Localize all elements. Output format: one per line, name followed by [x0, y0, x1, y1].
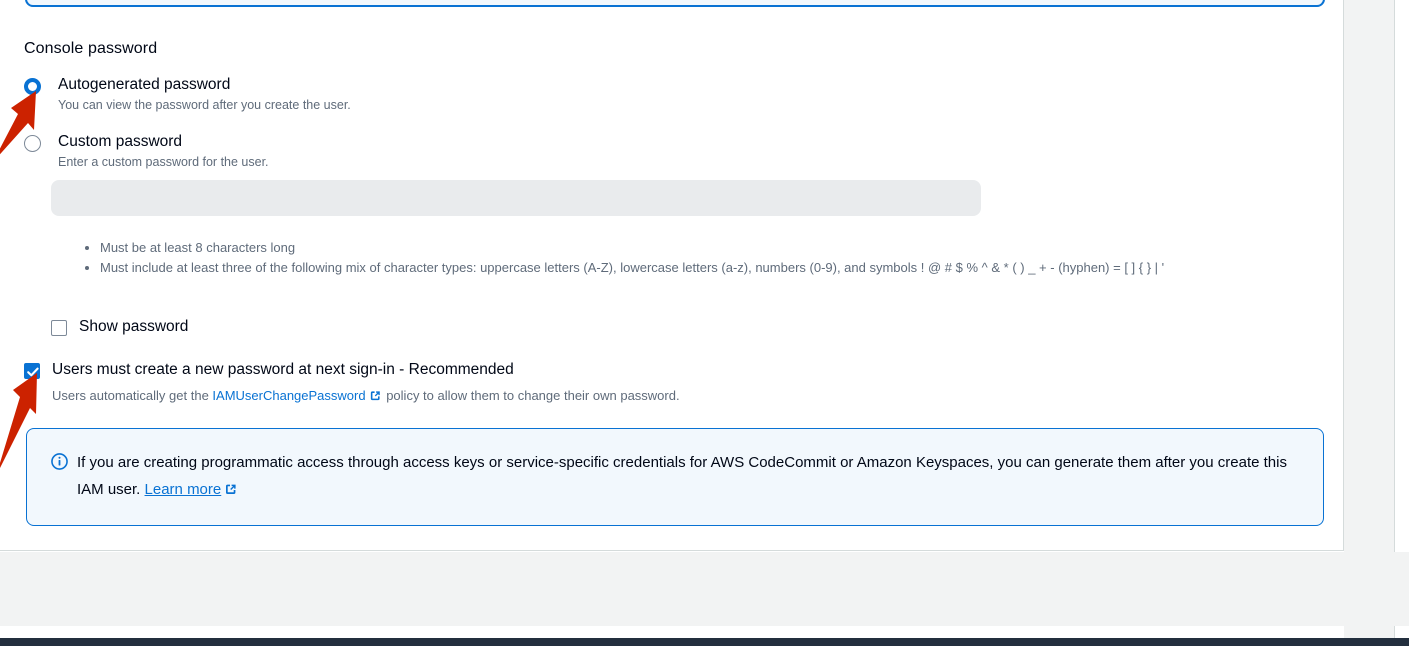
form-panel: Console password Autogenerated password … [0, 0, 1344, 551]
password-requirement-item: Must be at least 8 characters long [100, 238, 1328, 257]
force-change-password-label: Users must create a new password at next… [52, 361, 514, 378]
footer-bar: Cancel Next [0, 552, 1409, 626]
check-icon [27, 367, 39, 377]
description-suffix: policy to allow them to change their own… [382, 388, 680, 403]
info-alert-text: If you are creating programmatic access … [77, 449, 1307, 505]
autogenerated-password-description: You can view the password after you crea… [58, 98, 351, 112]
section-title: Console password [24, 40, 158, 57]
radio-indicator-selected [24, 78, 41, 95]
info-alert: If you are creating programmatic access … [26, 428, 1324, 526]
checkbox-indicator-checked [24, 363, 40, 379]
external-link-icon [224, 478, 238, 505]
custom-password-description: Enter a custom password for the user. [58, 155, 269, 169]
page-background-gutter [1344, 0, 1394, 646]
alert-message: If you are creating programmatic access … [77, 454, 1287, 498]
info-circle-icon [51, 453, 68, 475]
iam-policy-link[interactable]: IAMUserChangePassword [212, 388, 365, 403]
show-password-label: Show password [79, 318, 189, 335]
external-link-icon [369, 389, 382, 405]
vertical-scrollbar[interactable] [1395, 0, 1409, 646]
custom-password-input[interactable] [51, 180, 981, 216]
bottom-navigation-bar [0, 638, 1409, 646]
password-requirements-list: Must be at least 8 characters long Must … [78, 238, 1328, 278]
force-change-password-description: Users automatically get the IAMUserChang… [52, 388, 680, 405]
learn-more-link[interactable]: Learn more [145, 481, 222, 498]
radio-indicator-unselected [24, 135, 41, 152]
checkbox-indicator-unchecked [51, 320, 67, 336]
custom-password-label: Custom password [58, 133, 183, 150]
description-prefix: Users automatically get the [52, 388, 213, 403]
password-requirement-item: Must include at least three of the follo… [100, 258, 1328, 277]
previous-section-box-cutoff [25, 0, 1325, 7]
iam-create-user-page: Console password Autogenerated password … [0, 0, 1409, 646]
autogenerated-password-label: Autogenerated password [58, 76, 231, 93]
